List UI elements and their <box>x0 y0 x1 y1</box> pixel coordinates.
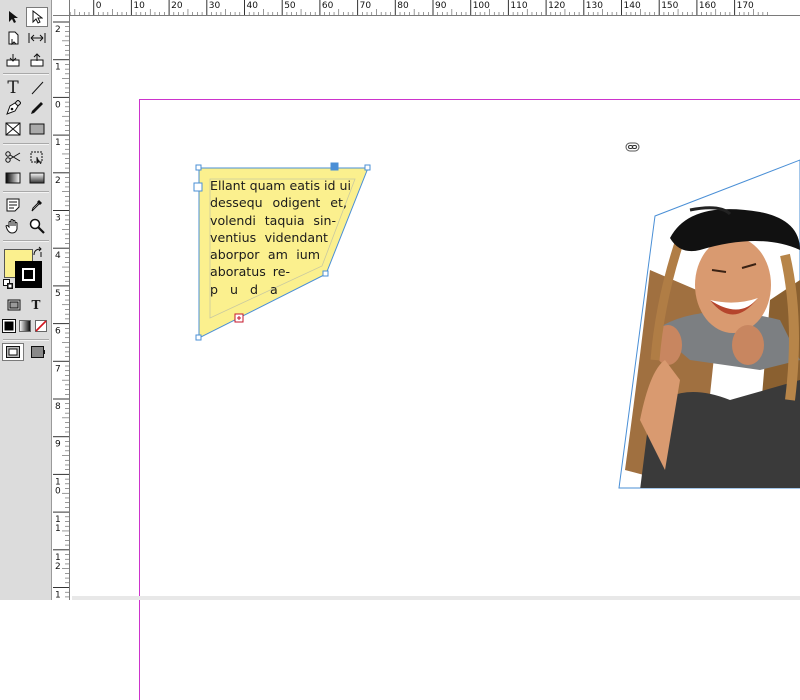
canvas-bottom-edge <box>72 596 800 600</box>
ruler-origin[interactable] <box>53 0 70 16</box>
placed-photo-woman[interactable] <box>0 0 800 600</box>
